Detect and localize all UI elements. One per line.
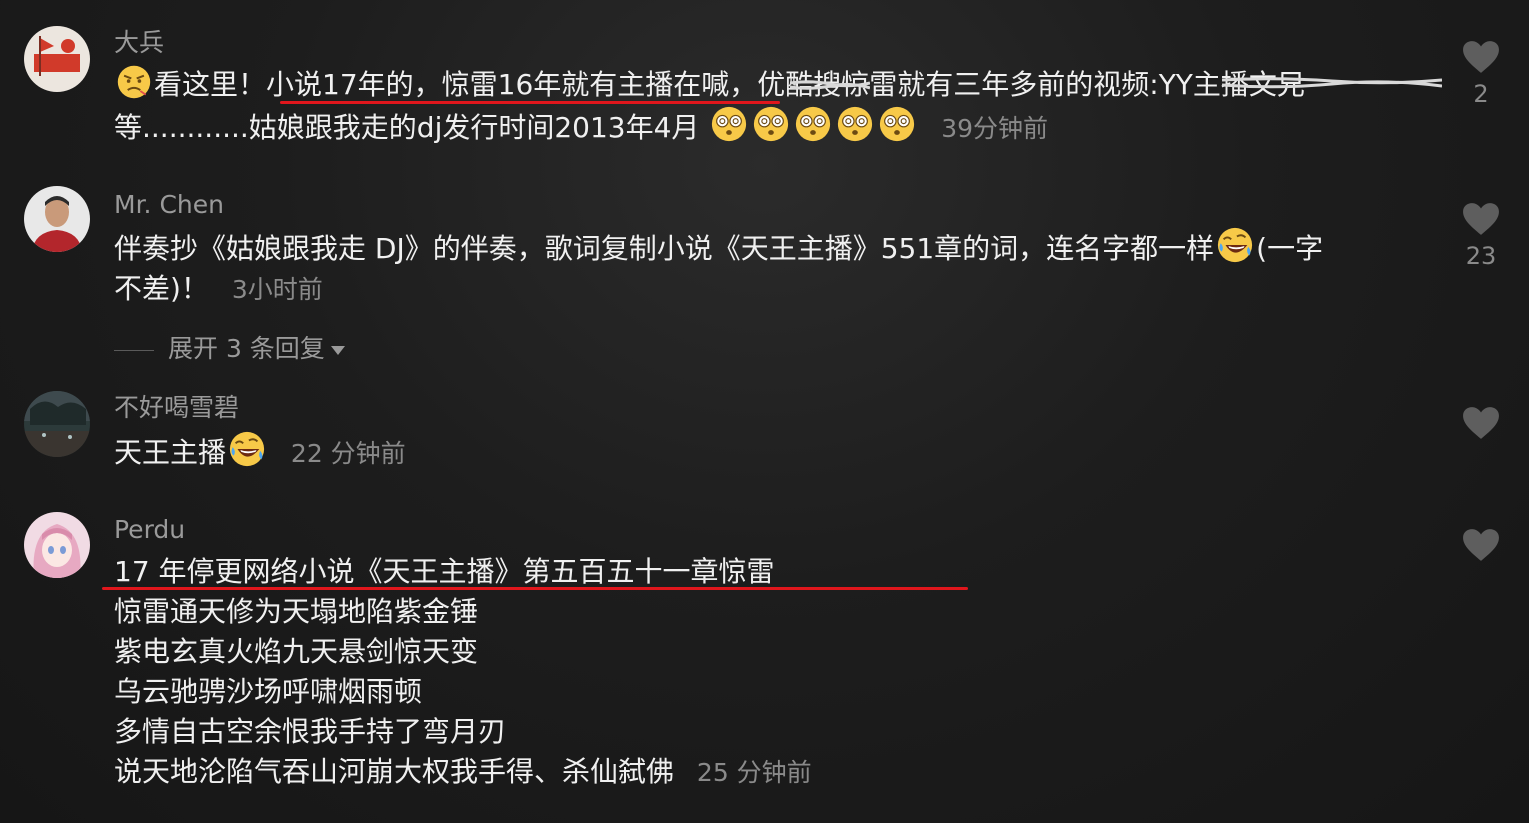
comment-line: 天王主播 22 分钟前 [114, 430, 1434, 474]
comment-line: 紫电玄真火焰九天悬剑惊天变 [114, 635, 479, 668]
comment-text-line-1b: (一字 [1256, 232, 1324, 265]
comment-text-line-6: 说天地沦陷气吞山河崩大权我手得、杀仙弑佛 [114, 755, 675, 788]
like-button[interactable]: 23 [1462, 202, 1500, 270]
expand-replies-label: 展开 3 条回复 [168, 334, 325, 363]
comment-timestamp: 39分钟前 [941, 114, 1049, 143]
comment-timestamp: 3小时前 [231, 275, 323, 304]
heart-icon [1462, 528, 1500, 562]
like-button[interactable] [1462, 406, 1500, 444]
avatar[interactable] [24, 26, 90, 92]
comment-text-line-2: 不差)！ [114, 272, 209, 305]
strikethrough-scribble [1222, 77, 1442, 89]
like-button[interactable]: 2 [1462, 40, 1500, 108]
comment-line: 说天地沦陷气吞山河崩大权我手得、杀仙弑佛 25 分钟前 [114, 752, 1434, 793]
comment-line: 乌云驰骋沙场呼啸烟雨顿 [114, 675, 423, 708]
expand-replies-button[interactable]: 展开 3 条回复 [114, 329, 345, 365]
rofl-emoji [228, 430, 266, 468]
heart-icon [1462, 40, 1500, 74]
comment-text: 天王主播 22 分钟前 [114, 430, 1434, 474]
dizzy-face-emoji [878, 105, 916, 143]
username[interactable]: Mr. Chen [114, 190, 224, 220]
divider [114, 349, 154, 351]
red-annotation-underline [280, 101, 780, 104]
comment-line: 多情自古空余恨我手持了弯月刃 [114, 715, 507, 748]
comment-text-line-1: 看这里！小说17年的，惊雷16年就有主播在喊，优酷搜惊雷就有三年多前的视频:YY… [154, 68, 1305, 101]
angry-face-emoji [116, 64, 152, 100]
avatar[interactable] [24, 186, 90, 252]
heart-icon [1462, 406, 1500, 440]
dizzy-face-emoji [752, 105, 790, 143]
username[interactable]: 大兵 [114, 28, 164, 58]
username[interactable]: Perdu [114, 515, 185, 545]
avatar[interactable] [24, 512, 90, 578]
caret-down-icon [330, 345, 345, 355]
avatar[interactable] [24, 391, 90, 457]
comment-line: 伴奏抄《姑娘跟我走 DJ》的伴奏，歌词复制小说《天王主播》551章的词，连名字都… [114, 226, 1434, 269]
comment-line: 惊雷通天修为天塌地陷紫金锤 [114, 595, 479, 628]
comment-timestamp: 25 分钟前 [696, 758, 812, 787]
dizzy-face-emoji [836, 105, 874, 143]
comment-text-line-1: 伴奏抄《姑娘跟我走 DJ》的伴奏，歌词复制小说《天王主播》551章的词，连名字都… [114, 232, 1215, 265]
like-count: 23 [1465, 242, 1497, 270]
like-count: 2 [1473, 80, 1489, 108]
comment-line: 17 年停更网络小说《天王主播》第五百五十一章惊雷 [114, 555, 775, 588]
dizzy-face-emoji [794, 105, 832, 143]
rofl-emoji [1216, 226, 1254, 264]
heart-icon [1462, 202, 1500, 236]
comment-line: 不差)！ 3小时前 [114, 269, 1434, 310]
comment-text-line-1: 天王主播 [114, 436, 227, 469]
comment-line: 等............姑娘跟我走的dj发行时间2013年4月 39分钟前 [114, 105, 1434, 149]
username[interactable]: 不好喝雪碧 [114, 393, 239, 423]
red-annotation-underline [102, 587, 968, 590]
comment-text-line-2: 等............姑娘跟我走的dj发行时间2013年4月 [114, 111, 700, 144]
comment-timestamp: 22 分钟前 [290, 439, 406, 468]
strikethrough-scribble [790, 80, 870, 90]
dizzy-face-emoji [710, 105, 748, 143]
like-button[interactable] [1462, 528, 1500, 566]
comment-text: 伴奏抄《姑娘跟我走 DJ》的伴奏，歌词复制小说《天王主播》551章的词，连名字都… [114, 226, 1434, 310]
